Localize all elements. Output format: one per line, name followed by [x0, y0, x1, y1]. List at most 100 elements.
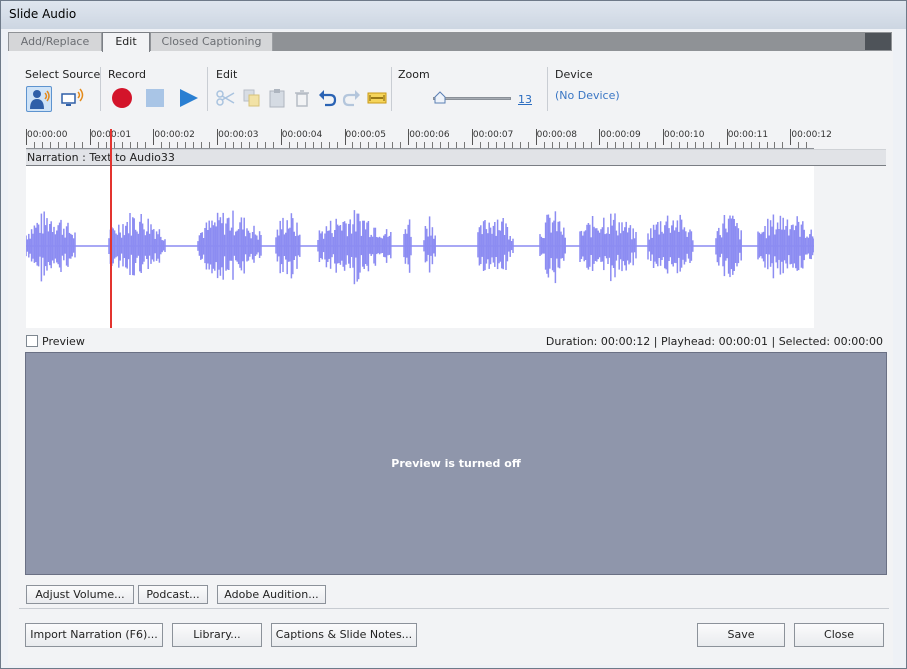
- ruler-minor-tick: [264, 142, 266, 148]
- ruler-tick-label: 00:00:00: [27, 130, 68, 140]
- ruler-minor-tick: [766, 142, 768, 148]
- ruler-minor-tick: [368, 142, 370, 148]
- slider-thumb-icon: [434, 91, 446, 104]
- ruler-minor-tick: [774, 142, 776, 148]
- stop-button[interactable]: [144, 87, 166, 109]
- play-button[interactable]: [177, 87, 199, 109]
- tab-edit[interactable]: Edit: [102, 32, 150, 52]
- ruler-minor-tick: [678, 142, 680, 148]
- insert-silence-button[interactable]: [366, 87, 388, 109]
- ruler-minor-tick: [615, 142, 617, 148]
- ruler-minor-tick: [798, 142, 800, 148]
- ruler-tick-label: 00:00:10: [664, 130, 705, 140]
- ruler-minor-tick: [432, 142, 434, 148]
- ruler-minor-tick: [145, 142, 147, 148]
- ruler-minor-tick: [209, 142, 211, 148]
- ruler-minor-tick: [288, 142, 290, 148]
- zoom-slider-thumb[interactable]: [433, 91, 446, 104]
- ruler-minor-tick: [177, 142, 179, 148]
- redo-button[interactable]: [341, 87, 363, 109]
- ruler-minor-tick: [623, 142, 625, 148]
- library-button[interactable]: Library...: [172, 623, 262, 647]
- ruler-minor-tick: [455, 142, 457, 148]
- ruler-minor-tick: [65, 142, 67, 148]
- record-icon: [112, 88, 132, 108]
- ruler-minor-tick: [312, 142, 314, 148]
- preview-checkbox[interactable]: [26, 335, 38, 347]
- ruler-minor-tick: [575, 142, 577, 148]
- toolbar-separator: [207, 67, 208, 111]
- selected-label: | Selected:: [771, 335, 831, 348]
- ruler-minor-tick: [304, 142, 306, 148]
- ruler-minor-tick: [296, 142, 298, 148]
- ruler-minor-tick: [527, 142, 529, 148]
- cut-button[interactable]: [215, 87, 237, 109]
- tabstrip-filler: [865, 33, 891, 50]
- tab-closed-captioning[interactable]: Closed Captioning: [151, 33, 273, 51]
- preview-panel: Preview is turned off: [25, 352, 887, 575]
- ruler-minor-tick: [448, 142, 449, 148]
- zoom-label: Zoom: [398, 68, 430, 81]
- ruler-minor-tick: [551, 142, 553, 148]
- window-title: Slide Audio: [9, 7, 77, 21]
- ruler-minor-tick: [639, 142, 641, 148]
- ruler-tick-label: 00:00:04: [281, 130, 323, 140]
- ruler-minor-tick: [392, 142, 394, 148]
- import-narration-button[interactable]: Import Narration (F6)...: [25, 623, 163, 647]
- stop-icon: [146, 89, 164, 107]
- ruler-tick-label: 00:00:03: [218, 130, 259, 140]
- ruler-minor-tick: [519, 142, 521, 148]
- ruler-minor-tick: [81, 142, 83, 148]
- source-system-audio-button[interactable]: [60, 87, 86, 109]
- tab-add-replace[interactable]: Add/Replace: [9, 33, 102, 51]
- ruler-minor-tick: [49, 142, 51, 148]
- title-bar[interactable]: Slide Audio: [1, 1, 906, 29]
- ruler-minor-tick: [440, 142, 442, 148]
- ruler-minor-tick: [591, 142, 593, 148]
- ruler-minor-tick: [113, 142, 115, 148]
- delete-button[interactable]: [291, 87, 313, 109]
- ruler-minor-tick: [686, 142, 688, 148]
- computer-audio-icon: [61, 88, 84, 106]
- waveform-area[interactable]: [25, 166, 815, 328]
- record-button[interactable]: [111, 87, 133, 109]
- trash-icon: [295, 90, 309, 107]
- toolbar-separator: [100, 67, 101, 111]
- close-button[interactable]: Close: [794, 623, 884, 647]
- ruler-minor-tick: [320, 142, 322, 148]
- adobe-audition-button[interactable]: Adobe Audition...: [217, 585, 326, 604]
- duration-value: 00:00:12: [600, 335, 651, 348]
- ruler-minor-tick: [376, 142, 378, 148]
- preview-label: Preview: [42, 335, 85, 348]
- zoom-value-link[interactable]: 13: [518, 93, 532, 106]
- timeline-ruler[interactable]: 00:00:0000:00:0100:00:0200:00:0300:00:04…: [26, 129, 832, 149]
- undo-button[interactable]: [316, 87, 338, 109]
- captions-slide-notes-button[interactable]: Captions & Slide Notes...: [271, 623, 417, 647]
- playhead-marker[interactable]: [110, 129, 112, 328]
- ruler-minor-tick: [567, 142, 569, 148]
- copy-button[interactable]: [241, 87, 263, 109]
- source-narration-button[interactable]: [26, 86, 52, 112]
- ruler-minor-tick: [543, 142, 545, 148]
- ruler-minor-tick: [129, 142, 131, 148]
- ruler-minor-tick: [161, 142, 163, 148]
- adjust-volume-button[interactable]: Adjust Volume...: [26, 585, 134, 604]
- ruler-minor-tick: [201, 142, 203, 148]
- paste-button[interactable]: [266, 87, 288, 109]
- save-button[interactable]: Save: [697, 623, 785, 647]
- ruler-minor-tick: [495, 142, 497, 148]
- ruler-minor-tick: [503, 142, 505, 148]
- undo-icon: [319, 90, 337, 107]
- ruler-minor-tick: [758, 142, 760, 148]
- ruler-minor-tick: [710, 142, 712, 148]
- device-label: Device: [555, 68, 593, 81]
- ruler-minor-tick: [782, 142, 784, 148]
- ruler-minor-tick: [400, 142, 402, 148]
- redo-icon: [342, 90, 360, 107]
- podcast-button[interactable]: Podcast...: [138, 585, 208, 604]
- playhead-label: | Playhead:: [653, 335, 716, 348]
- ruler-minor-tick: [193, 142, 195, 148]
- play-icon: [180, 89, 198, 107]
- ruler-minor-tick: [384, 142, 386, 148]
- duration-label: Duration:: [545, 335, 598, 348]
